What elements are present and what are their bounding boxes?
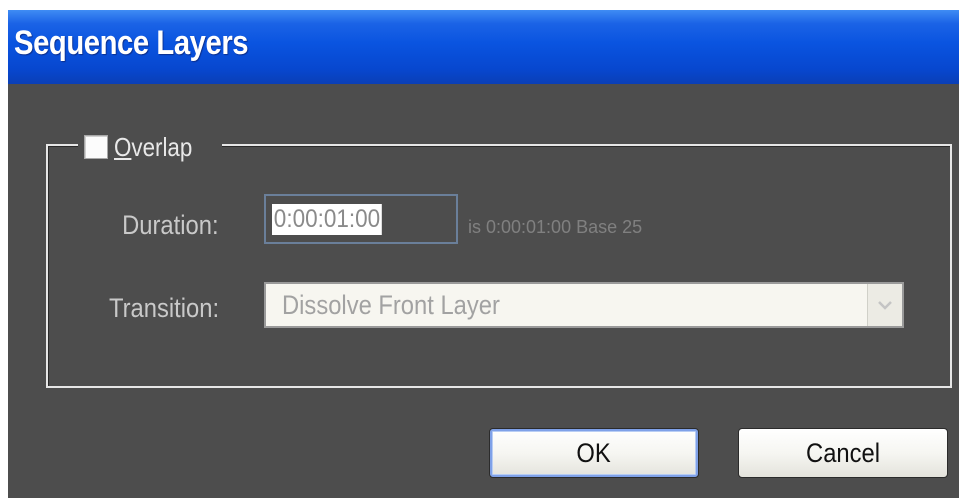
- cancel-button[interactable]: Cancel: [738, 428, 948, 478]
- cancel-button-label: Cancel: [806, 437, 880, 468]
- duration-info: is 0:00:01:00 Base 25: [468, 217, 643, 237]
- transition-selected-value: Dissolve Front Layer: [282, 290, 500, 320]
- transition-dropdown[interactable]: Dissolve Front Layer: [264, 282, 904, 328]
- overlap-checkbox-row[interactable]: Overlap: [78, 130, 222, 164]
- dropdown-arrow-button[interactable]: [867, 284, 902, 326]
- overlap-group-box: [46, 144, 952, 388]
- title-bar[interactable]: Sequence Layers: [8, 10, 959, 84]
- duration-value: 0:00:01:00: [272, 204, 382, 235]
- ok-button[interactable]: OK: [489, 428, 699, 478]
- sequence-layers-dialog: Sequence Layers Overlap Duration: 0:00:0…: [8, 10, 959, 498]
- dialog-title: Sequence Layers: [14, 24, 249, 62]
- overlap-label-rest: verlap: [131, 131, 193, 162]
- duration-label: Duration:: [122, 210, 219, 240]
- overlap-label-mnemonic: O: [114, 131, 132, 162]
- duration-field[interactable]: 0:00:01:00: [264, 194, 458, 244]
- overlap-checkbox[interactable]: [84, 135, 108, 159]
- transition-label: Transition:: [108, 293, 219, 323]
- overlap-label[interactable]: Overlap: [114, 132, 200, 163]
- ok-button-label: OK: [576, 437, 612, 468]
- chevron-down-icon: [878, 301, 892, 310]
